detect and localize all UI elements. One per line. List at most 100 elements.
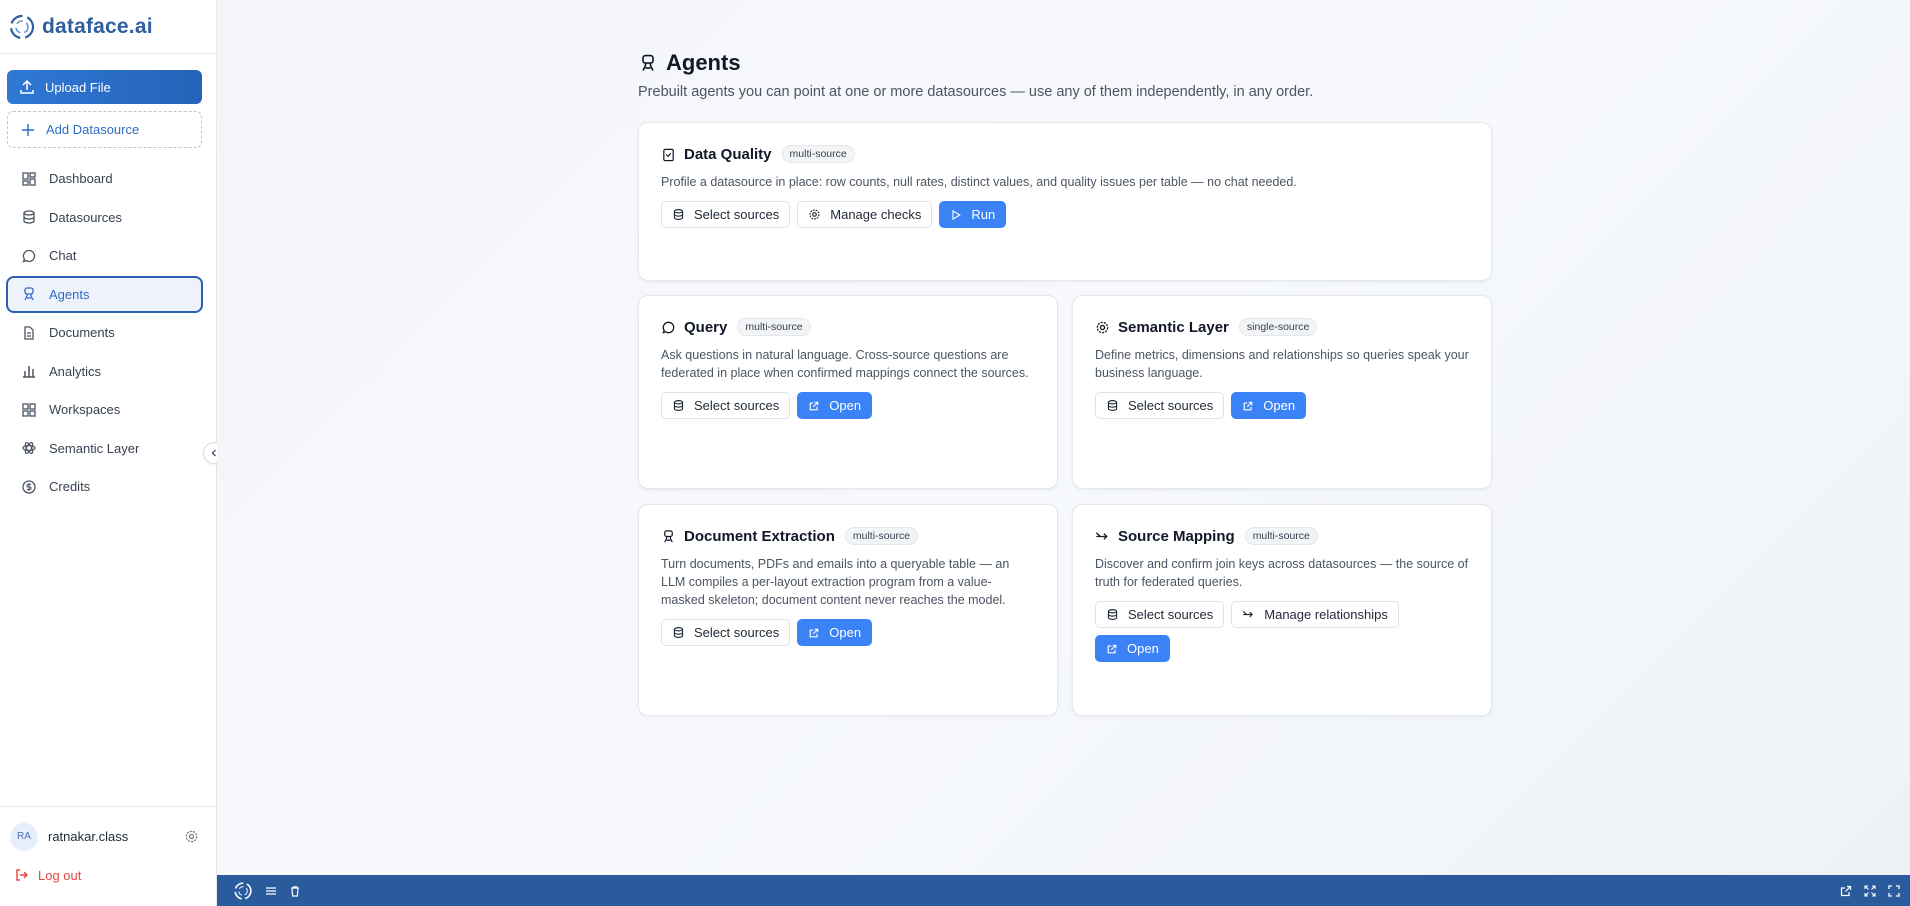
sidebar-item-label: Analytics	[49, 363, 102, 379]
manage-relationships-label: Manage relationships	[1264, 607, 1388, 622]
sidebar-item-label: Documents	[49, 325, 115, 340]
open-button[interactable]: Open	[797, 619, 873, 646]
card-title: Semantic Layer	[1118, 318, 1229, 336]
upload-file-button[interactable]: Upload File	[7, 70, 202, 104]
gear-icon[interactable]	[184, 829, 199, 844]
card-semantic-layer: Semantic Layer single-source Define metr…	[1072, 295, 1492, 489]
merge-arrow-icon	[1095, 531, 1108, 540]
clipboard-check-icon	[663, 148, 674, 161]
card-actions: Select sources Manage relationships Open	[1095, 601, 1469, 662]
database-icon	[673, 400, 684, 411]
add-datasource-label: Add Datasource	[46, 122, 140, 137]
run-button[interactable]: Run	[939, 201, 1007, 228]
card-query: Query multi-source Ask questions in natu…	[638, 295, 1058, 489]
sidebar-item-label: Datasources	[49, 209, 122, 225]
play-icon	[952, 209, 962, 220]
brand-logo-icon[interactable]	[233, 881, 253, 901]
brand-logo-icon	[9, 14, 35, 39]
brand[interactable]: dataface.ai	[0, 0, 216, 54]
open-button[interactable]: Open	[797, 392, 873, 419]
card-header: Semantic Layer single-source	[1095, 318, 1469, 336]
dollar-icon	[22, 479, 36, 494]
sidebar-item-agents[interactable]: Agents	[6, 275, 203, 313]
trash-icon[interactable]	[289, 885, 301, 897]
card-data-quality: Data Quality multi-source Profile a data…	[638, 122, 1492, 281]
select-sources-button[interactable]: Select sources	[661, 201, 791, 228]
add-datasource-button[interactable]: Add Datasource	[7, 111, 202, 148]
select-sources-button[interactable]: Select sources	[1095, 601, 1225, 628]
card-description: Define metrics, dimensions and relations…	[1095, 348, 1469, 380]
sidebar-item-chat[interactable]: Chat	[6, 237, 203, 274]
external-link-icon[interactable]	[1840, 885, 1852, 897]
bottom-toolbar	[217, 875, 1910, 906]
fullscreen-icon[interactable]	[1888, 884, 1900, 897]
sidebar-item-credits[interactable]: Credits	[6, 468, 203, 505]
open-button[interactable]: Open	[1095, 635, 1170, 662]
brand-name: dataface.ai	[42, 14, 153, 38]
user-profile[interactable]: RA ratnakar.class	[0, 806, 217, 866]
merge-arrow-icon	[1243, 610, 1254, 618]
manage-checks-button[interactable]: Manage checks	[797, 201, 933, 228]
database-icon	[23, 210, 35, 224]
database-icon	[1107, 400, 1118, 411]
plus-icon	[22, 123, 34, 136]
select-sources-label: Select sources	[1128, 398, 1214, 413]
expand-icon[interactable]	[1864, 884, 1876, 897]
card-document-extraction: Document Extraction multi-source Turn do…	[638, 504, 1058, 716]
document-icon	[24, 325, 34, 340]
open-label: Open	[1127, 641, 1159, 656]
sidebar-item-workspaces[interactable]: Workspaces	[6, 391, 203, 428]
chat-icon	[662, 321, 675, 334]
card-header: Query multi-source	[661, 318, 1035, 336]
page-title-text: Agents	[666, 50, 741, 75]
select-sources-button[interactable]: Select sources	[661, 392, 791, 419]
select-sources-button[interactable]: Select sources	[661, 619, 791, 646]
database-icon	[1107, 609, 1118, 620]
main-content: Agents Prebuilt agents you can point at …	[217, 0, 1910, 875]
bottom-toolbar-right	[1840, 884, 1910, 897]
sidebar-item-dashboard[interactable]: Dashboard	[6, 160, 203, 197]
sidebar-item-label: Workspaces	[49, 402, 121, 417]
card-header: Data Quality multi-source	[661, 145, 1469, 163]
card-description: Profile a datasource in place: row count…	[661, 175, 1297, 189]
card-description: Turn documents, PDFs and emails into a q…	[661, 557, 1010, 607]
manage-relationships-button[interactable]: Manage relationships	[1231, 601, 1399, 628]
open-button[interactable]: Open	[1231, 392, 1307, 419]
sidebar-item-analytics[interactable]: Analytics	[6, 353, 203, 390]
upload-file-label: Upload File	[45, 79, 111, 95]
card-actions: Select sources Manage checks Run	[661, 201, 1469, 228]
logout-label: Log out	[38, 867, 82, 883]
card-actions: Select sources Open	[661, 392, 1035, 419]
source-badge: multi-source	[781, 145, 855, 163]
card-title: Query	[684, 318, 728, 336]
source-badge: multi-source	[844, 527, 919, 545]
card-title: Document Extraction	[684, 527, 835, 545]
menu-icon[interactable]	[265, 885, 277, 897]
chat-icon	[22, 249, 36, 263]
external-link-icon	[1107, 644, 1117, 653]
card-actions: Select sources Open	[1095, 392, 1469, 419]
external-link-icon	[809, 628, 819, 637]
card-title: Source Mapping	[1118, 527, 1235, 545]
bottom-toolbar-left	[217, 881, 301, 901]
settings-icon	[809, 209, 820, 220]
atom-icon	[22, 442, 36, 454]
external-link-icon	[809, 401, 819, 410]
sidebar-item-semantic-layer[interactable]: Semantic Layer	[6, 430, 203, 467]
sidebar-item-datasources[interactable]: Datasources	[6, 199, 203, 236]
sidebar-nav: Dashboard Datasources Chat Agents Docume…	[6, 160, 203, 507]
upload-icon	[20, 79, 34, 94]
select-sources-label: Select sources	[1128, 607, 1214, 622]
open-label: Open	[829, 398, 862, 413]
sidebar-item-documents[interactable]: Documents	[6, 314, 203, 351]
external-link-icon	[1243, 401, 1253, 410]
open-label: Open	[829, 625, 862, 640]
sidebar-item-label: Semantic Layer	[49, 440, 140, 456]
avatar: RA	[10, 822, 38, 851]
gear-icon	[1096, 321, 1109, 333]
select-sources-button[interactable]: Select sources	[1095, 392, 1225, 419]
sidebar-item-label: Agents	[49, 286, 90, 302]
logout-button[interactable]: Log out	[14, 867, 81, 883]
page-header: Agents Prebuilt agents you can point at …	[638, 50, 1313, 100]
source-badge: multi-source	[1244, 527, 1318, 545]
